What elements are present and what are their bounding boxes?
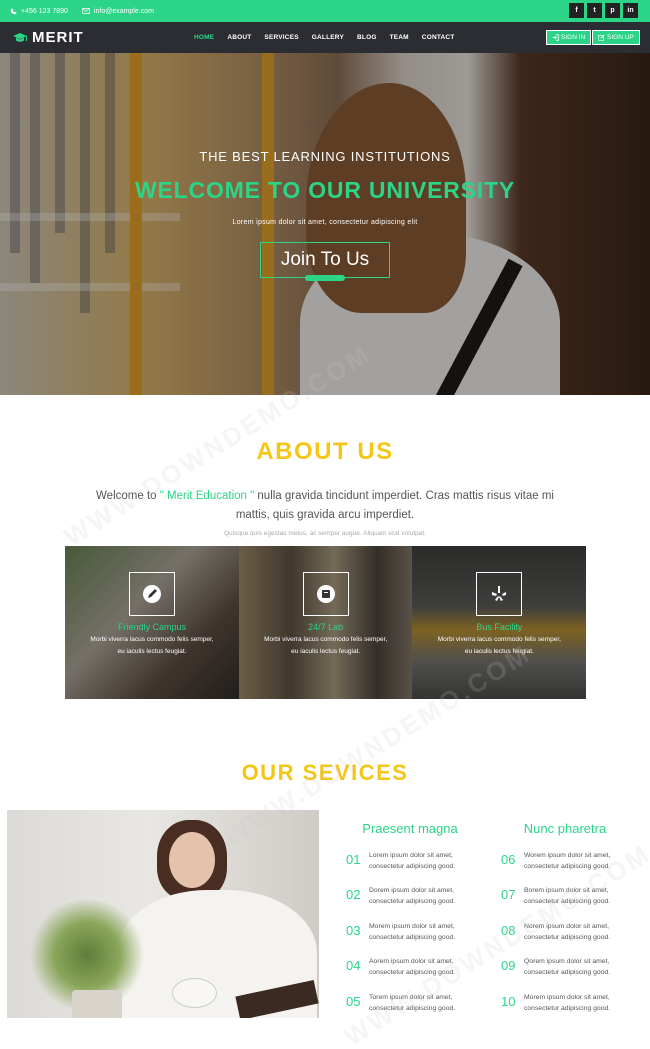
main-nav: MERIT HOME ABOUT SERVICES GALLERY BLOG T… <box>0 22 650 53</box>
page: +456 123 7890 info@example.com f t p in … <box>0 0 650 1049</box>
service-item: 10 Morem ipsum dolor sit amet, consectetur… <box>501 994 611 1012</box>
service-item: 06 Worem ipsum dolor sit amet, consectetur… <box>501 852 611 870</box>
yelp-icon <box>476 572 523 616</box>
nav-item-home[interactable]: HOME <box>194 34 214 41</box>
service-item: 03 Morem ipsum dolor sit amet, consectetur… <box>346 923 456 941</box>
services-photo <box>7 810 319 1018</box>
panel-title: Friendly Campus <box>117 622 187 632</box>
service-item: 05 Torem ipsum dolor sit amet, consectetur… <box>346 994 456 1012</box>
service-item: 01 Lorem ipsum dolor sit amet, consectetur… <box>346 852 456 870</box>
panel-text: Morbi viverra lacus commodo felis semper… <box>437 636 561 655</box>
join-button[interactable]: Join To Us <box>260 242 390 278</box>
book-icon <box>302 572 349 616</box>
service-item: 04 Aorem ipsum dolor sit amet, consectetur… <box>346 958 456 976</box>
feature-panel-lab[interactable]: 24/7 Lab Morbi viverra lacus commodo fel… <box>238 546 413 699</box>
panel-text: Morbi viverra lacus commodo felis semper… <box>90 636 214 655</box>
pinterest-icon[interactable]: p <box>605 3 620 18</box>
edit-icon <box>598 34 605 41</box>
about-small-text: Quisque quis egestas metus, ac semper au… <box>224 530 426 537</box>
about-intro-post: nulla gravida tincidunt imperdiet. Cras … <box>235 490 554 521</box>
email-contact[interactable]: info@example.com <box>82 8 154 15</box>
panel-text: Morbi viverra lacus commodo felis semper… <box>264 636 388 655</box>
about-intro-highlight: " Merit Education " <box>159 490 255 502</box>
join-button-underline <box>305 275 345 281</box>
hero-banner: THE BEST LEARNING INSTITUTIONS WELCOME T… <box>0 53 650 395</box>
services-col1-title: Praesent magna <box>362 821 458 836</box>
panel-title: 24/7 Lab <box>308 622 344 632</box>
sign-in-label: SIGN IN <box>561 34 586 41</box>
feature-panel-campus[interactable]: Friendly Campus Morbi viverra lacus comm… <box>65 546 239 699</box>
service-item: 09 Qorem ipsum dolor sit amet, consectetur… <box>501 958 611 976</box>
site-logo[interactable]: MERIT <box>12 29 84 46</box>
sign-in-icon <box>552 34 559 41</box>
feature-panel-bus[interactable]: Bus Facility Morbi viverra lacus commodo… <box>412 546 587 699</box>
hero-kicker: THE BEST LEARNING INSTITUTIONS <box>199 149 451 164</box>
sign-in-button[interactable]: SIGN IN <box>546 30 592 45</box>
top-bar: +456 123 7890 info@example.com f t p in <box>0 0 650 22</box>
service-item: 07 Borem ipsum dolor sit amet, consectetur… <box>501 887 611 905</box>
nav-item-services[interactable]: SERVICES <box>264 34 298 41</box>
phone-contact[interactable]: +456 123 7890 <box>10 8 68 15</box>
phone-icon <box>10 8 17 14</box>
nav-item-blog[interactable]: BLOG <box>357 34 377 41</box>
linkedin-icon[interactable]: in <box>623 3 638 18</box>
services-title: OUR SEVICES <box>241 760 409 785</box>
service-item: 02 Dorem ipsum dolor sit amet, consectetur… <box>346 887 456 905</box>
mail-icon <box>82 8 90 14</box>
panel-title: Bus Facility <box>476 622 523 632</box>
sign-up-button[interactable]: SIGN UP <box>592 30 640 45</box>
sign-up-label: SIGN UP <box>607 34 634 41</box>
about-intro-pre: Welcome to <box>96 490 160 502</box>
logo-text: MERIT <box>32 29 84 46</box>
graduation-cap-icon <box>13 32 27 42</box>
service-item: 08 Norem ipsum dolor sit amet, consectetur… <box>501 923 611 941</box>
nav-item-about[interactable]: ABOUT <box>227 34 251 41</box>
nav-menu: HOME ABOUT SERVICES GALLERY BLOG TEAM CO… <box>194 34 468 41</box>
hero-subtitle: Lorem ipsum dolor sit amet, consectetur … <box>232 219 418 226</box>
facebook-icon[interactable]: f <box>569 3 584 18</box>
services-col2-title: Nunc pharetra <box>523 821 607 836</box>
nav-item-team[interactable]: TEAM <box>390 34 409 41</box>
about-title: ABOUT US <box>256 438 394 465</box>
hero-title: WELCOME TO OUR UNIVERSITY <box>135 177 515 203</box>
social-links: f t p in <box>569 3 638 18</box>
nav-item-gallery[interactable]: GALLERY <box>312 34 344 41</box>
feature-panels: Friendly Campus Morbi viverra lacus comm… <box>65 546 587 699</box>
twitter-icon[interactable]: t <box>587 3 602 18</box>
pencil-icon <box>129 572 175 616</box>
email-text: info@example.com <box>93 7 154 15</box>
about-intro: Welcome to " Merit Education " nulla gra… <box>95 487 555 525</box>
nav-item-contact[interactable]: CONTACT <box>422 34 455 41</box>
phone-text: +456 123 7890 <box>21 7 68 15</box>
